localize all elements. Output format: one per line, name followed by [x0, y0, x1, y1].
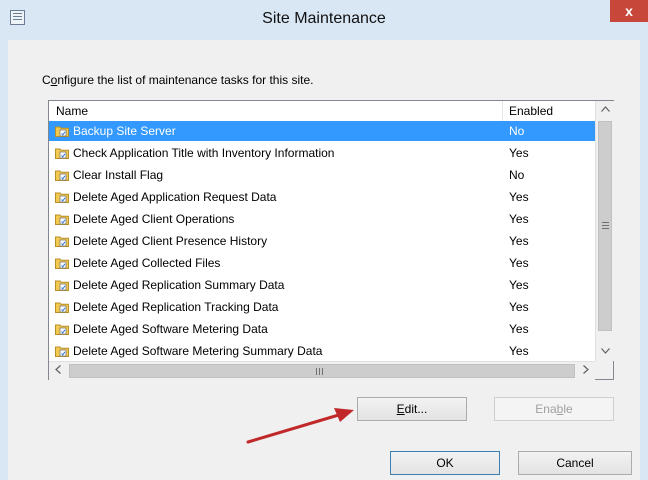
scroll-left-icon[interactable]	[49, 362, 67, 380]
column-header-enabled[interactable]: Enabled	[509, 104, 553, 118]
close-button[interactable]: x	[610, 0, 648, 22]
edit-accel: E	[396, 402, 405, 416]
list-item[interactable]: Delete Aged Collected Files Yes	[49, 253, 595, 273]
enable-label-pre: Ena	[535, 402, 557, 416]
window-title: Site Maintenance	[262, 10, 386, 27]
task-name: Delete Aged Client Operations	[73, 212, 235, 226]
task-name: Clear Install Flag	[73, 168, 164, 182]
task-name: Delete Aged Software Metering Summary Da…	[73, 344, 323, 358]
task-folder-icon	[55, 257, 69, 269]
task-folder-icon	[55, 279, 69, 291]
task-folder-icon	[55, 169, 69, 181]
task-enabled: No	[509, 168, 525, 182]
window-frame-right	[640, 40, 648, 480]
list-item[interactable]: Delete Aged Software Metering Data Yes	[49, 319, 595, 339]
vertical-grip-icon	[602, 222, 609, 223]
task-folder-icon	[55, 147, 69, 159]
horizontal-grip-icon	[316, 368, 317, 375]
ok-button[interactable]: OK	[390, 451, 500, 475]
vertical-scroll-thumb[interactable]	[598, 121, 612, 331]
enable-label-post: le	[563, 402, 573, 416]
instruction-rest: nfigure the list of maintenance tasks fo…	[57, 73, 314, 87]
list-item[interactable]: Delete Aged Replication Summary Data Yes	[49, 275, 595, 295]
instruction-prefix: C	[42, 73, 51, 87]
column-header-name[interactable]: Name	[56, 104, 88, 118]
scrollbar-corner	[595, 361, 613, 379]
list-header: Name Enabled	[49, 101, 595, 122]
list-item[interactable]: Delete Aged Client Presence History Yes	[49, 231, 595, 251]
window-frame-left	[0, 40, 8, 480]
task-folder-icon	[55, 345, 69, 357]
cancel-button[interactable]: Cancel	[518, 451, 632, 475]
list-rows: Backup Site Server No Check Application Ti…	[49, 121, 595, 361]
list-item[interactable]: Delete Aged Application Request Data Yes	[49, 187, 595, 207]
task-enabled: Yes	[509, 278, 529, 292]
title-bar: Site Maintenance x	[0, 0, 648, 40]
task-name: Delete Aged Software Metering Data	[73, 322, 268, 336]
vertical-scrollbar[interactable]	[595, 101, 614, 361]
task-enabled: Yes	[509, 322, 529, 336]
list-item[interactable]: Delete Aged Software Metering Summary Da…	[49, 341, 595, 361]
task-name: Delete Aged Client Presence History	[73, 234, 268, 248]
scroll-up-icon[interactable]	[596, 101, 614, 119]
edit-button[interactable]: Edit...	[357, 397, 467, 421]
task-folder-icon	[55, 323, 69, 335]
task-folder-icon	[55, 191, 69, 203]
task-enabled: No	[509, 124, 525, 138]
task-folder-icon	[55, 235, 69, 247]
task-enabled: Yes	[509, 190, 529, 204]
annotation-arrow-icon	[246, 408, 354, 444]
maintenance-task-list[interactable]: Name Enabled Backup Site Server No Check A…	[48, 100, 614, 380]
task-folder-icon	[55, 125, 69, 137]
task-enabled: Yes	[509, 212, 529, 226]
task-name: Check Application Title with Inventory I…	[73, 146, 335, 160]
task-name: Backup Site Server	[73, 124, 176, 138]
task-name: Delete Aged Application Request Data	[73, 190, 277, 204]
task-enabled: Yes	[509, 344, 529, 358]
task-folder-icon	[55, 213, 69, 225]
list-item[interactable]: Delete Aged Client Operations Yes	[49, 209, 595, 229]
horizontal-scroll-thumb[interactable]	[69, 364, 575, 378]
horizontal-scrollbar[interactable]	[49, 361, 595, 380]
task-enabled: Yes	[509, 146, 529, 160]
task-folder-icon	[55, 301, 69, 313]
task-name: Delete Aged Replication Tracking Data	[73, 300, 279, 314]
task-enabled: Yes	[509, 300, 529, 314]
column-separator[interactable]	[502, 101, 503, 121]
list-item[interactable]: Backup Site Server No	[49, 121, 595, 141]
task-name: Delete Aged Collected Files	[73, 256, 221, 270]
instruction-label: Configure the list of maintenance tasks …	[42, 73, 313, 87]
edit-label: dit...	[404, 402, 428, 416]
list-item[interactable]: Clear Install Flag No	[49, 165, 595, 185]
task-enabled: Yes	[509, 256, 529, 270]
scroll-down-icon[interactable]	[596, 343, 614, 361]
list-item[interactable]: Check Application Title with Inventory I…	[49, 143, 595, 163]
enable-button[interactable]: Enable	[494, 397, 614, 421]
task-enabled: Yes	[509, 234, 529, 248]
list-item[interactable]: Delete Aged Replication Tracking Data Yes	[49, 297, 595, 317]
task-name: Delete Aged Replication Summary Data	[73, 278, 285, 292]
scroll-right-icon[interactable]	[577, 362, 595, 380]
